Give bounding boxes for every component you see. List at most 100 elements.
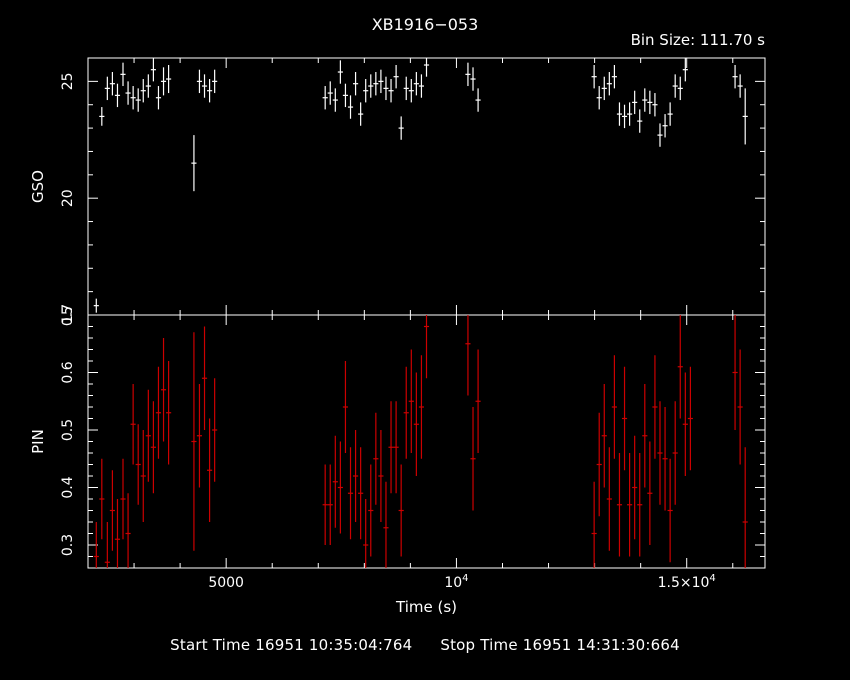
data-point	[606, 447, 612, 551]
data-point	[742, 447, 748, 568]
data-point	[621, 366, 628, 471]
data-point	[591, 481, 597, 568]
data-point	[662, 407, 668, 511]
data-point	[652, 93, 658, 117]
data-point	[150, 401, 156, 494]
data-point	[140, 79, 146, 103]
data-point	[135, 424, 141, 505]
x-tick-label: 5000	[208, 575, 244, 591]
data-point	[337, 441, 343, 534]
data-point	[632, 90, 638, 115]
y-tick-label: 25	[60, 72, 76, 90]
data-point	[647, 90, 653, 115]
lightcurve-plot: XB1916−053 Bin Size: 111.70 s 152025GSO …	[29, 15, 766, 616]
data-point	[652, 355, 658, 459]
y-tick-label: 0.5	[60, 419, 76, 441]
data-point	[212, 378, 218, 482]
data-point	[373, 72, 379, 96]
data-point	[621, 104, 628, 129]
data-point	[611, 65, 617, 89]
data-point	[120, 458, 126, 540]
data-point	[358, 447, 364, 540]
data-point	[383, 76, 389, 101]
data-point	[99, 458, 105, 540]
gso-panel: 152025GSO	[29, 57, 766, 324]
data-point	[672, 401, 678, 505]
y-tick-label: 0.6	[60, 361, 76, 383]
data-point	[342, 83, 349, 108]
data-point	[677, 76, 683, 101]
data-point	[201, 74, 208, 98]
data-point	[322, 464, 328, 545]
data-point	[378, 430, 384, 522]
data-point	[140, 430, 146, 522]
bin-size-label: Bin Size: 111.70 s	[631, 31, 766, 49]
data-point	[327, 464, 333, 545]
data-point	[742, 88, 748, 145]
data-point	[353, 72, 359, 96]
data-point	[130, 86, 136, 110]
plot-frame	[87, 57, 766, 316]
data-point	[596, 412, 602, 517]
data-point	[423, 58, 430, 77]
data-point	[104, 76, 110, 101]
data-point	[403, 366, 409, 459]
data-point	[413, 372, 419, 476]
data-point	[212, 69, 218, 94]
data-point	[642, 88, 648, 112]
pin-panel: 0.3 0.4 0.5 0.6 0.7 PIN 5000 104 1.5×104 Time (s)	[29, 304, 766, 616]
data-point	[642, 384, 648, 488]
data-point	[408, 349, 414, 453]
y-tick-label: 20	[60, 189, 76, 207]
data-point	[737, 74, 743, 98]
data-point	[196, 69, 203, 94]
y-axis-label: GSO	[29, 170, 47, 203]
data-point	[418, 74, 425, 98]
data-point	[145, 389, 151, 482]
data-point	[672, 74, 678, 98]
data-point	[120, 62, 126, 87]
data-point	[732, 315, 738, 430]
data-point	[342, 361, 349, 453]
data-point	[155, 366, 162, 459]
data-point	[732, 65, 738, 89]
data-point	[616, 453, 623, 557]
data-point	[388, 401, 394, 494]
data-point	[632, 435, 638, 540]
data-point	[347, 95, 354, 119]
data-point	[398, 116, 404, 140]
data-point	[408, 79, 414, 103]
data-point	[104, 522, 110, 568]
data-point	[465, 315, 471, 396]
data-point	[166, 361, 172, 465]
data-point	[398, 464, 404, 557]
data-point	[611, 355, 617, 459]
data-point	[160, 67, 167, 96]
data-point	[647, 441, 653, 545]
data-point	[93, 298, 99, 313]
data-point	[373, 412, 379, 505]
data-point	[637, 453, 643, 557]
data-point	[667, 102, 673, 126]
data-point	[470, 407, 476, 511]
data-point	[191, 332, 197, 551]
time-range-footer: Start Time 16951 10:35:04:764 Stop Time 1…	[0, 636, 850, 654]
data-point	[363, 499, 369, 568]
data-point	[358, 102, 364, 126]
data-point	[737, 349, 743, 465]
data-point	[393, 65, 399, 89]
data-point	[606, 72, 612, 96]
data-point	[368, 464, 374, 557]
data-point	[130, 384, 136, 465]
data-point	[682, 372, 688, 476]
data-point	[403, 76, 409, 101]
data-point	[475, 349, 481, 453]
x-tick-label: 104	[444, 573, 468, 591]
y-tick-label: 0.7	[60, 304, 76, 326]
data-point	[413, 72, 419, 96]
data-point	[657, 123, 663, 147]
data-point	[363, 79, 369, 103]
data-point	[150, 58, 156, 82]
data-point	[332, 88, 338, 112]
data-point	[601, 76, 607, 101]
